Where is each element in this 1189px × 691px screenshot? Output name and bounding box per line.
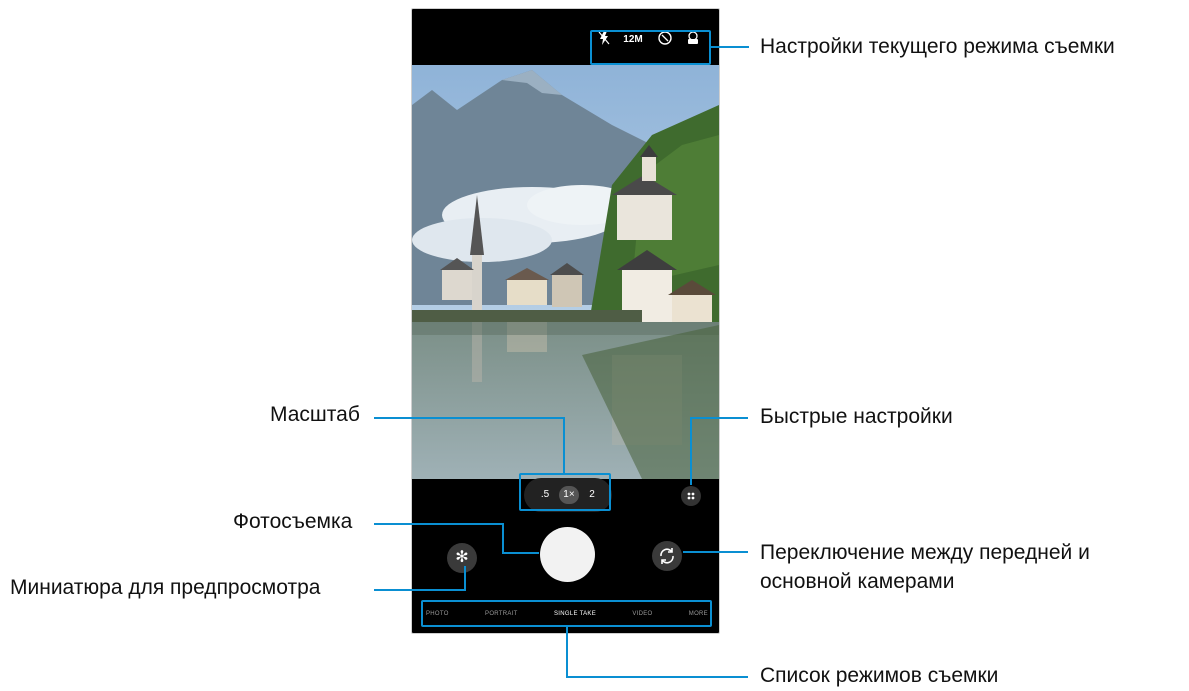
zoom-highlight-box bbox=[519, 473, 611, 511]
capture-label: Фотосъемка bbox=[233, 510, 353, 533]
modes-list-label: Список режимов съемки bbox=[760, 664, 999, 687]
current-mode-settings-label: Настройки текущего режима съемки bbox=[760, 35, 1115, 58]
zoom-leader-v bbox=[563, 417, 565, 474]
modes-leader-v bbox=[566, 627, 568, 678]
camera-screen: 12M .5 1× 2 ✻ PHOTO PORTRAIT SINGLE TAKE… bbox=[411, 8, 720, 634]
switch-camera-label-2: основной камерами bbox=[760, 570, 955, 593]
switch-camera-button[interactable] bbox=[652, 541, 682, 571]
flower-icon: ✻ bbox=[455, 549, 469, 566]
thumbnail-leader-v bbox=[464, 566, 466, 591]
capture-leader-h bbox=[374, 523, 504, 525]
grid-dots-icon bbox=[687, 492, 695, 500]
zoom-label: Масштаб bbox=[270, 403, 360, 426]
camera-switch-icon bbox=[660, 548, 674, 564]
thumbnail-leader-h bbox=[374, 589, 466, 591]
settings-highlight-box bbox=[590, 30, 711, 65]
switch-camera-label-1: Переключение между передней и bbox=[760, 541, 1090, 564]
quick-settings-label: Быстрые настройки bbox=[760, 405, 953, 428]
capture-leader-v bbox=[502, 523, 504, 554]
shutter-button[interactable] bbox=[540, 527, 595, 582]
quick-settings-button[interactable] bbox=[681, 486, 701, 506]
settings-leader bbox=[711, 46, 749, 48]
switch-leader bbox=[683, 551, 748, 553]
modes-leader-h bbox=[566, 676, 748, 678]
preview-thumbnail-label: Миниатюра для предпросмотра bbox=[10, 576, 321, 599]
quick-settings-leader-h bbox=[690, 417, 748, 419]
quick-settings-leader-v bbox=[690, 417, 692, 485]
capture-leader-h2 bbox=[502, 552, 539, 554]
zoom-leader-h bbox=[374, 417, 565, 419]
modes-highlight-box bbox=[421, 600, 712, 627]
preview-thumbnail-button[interactable]: ✻ bbox=[447, 543, 477, 573]
